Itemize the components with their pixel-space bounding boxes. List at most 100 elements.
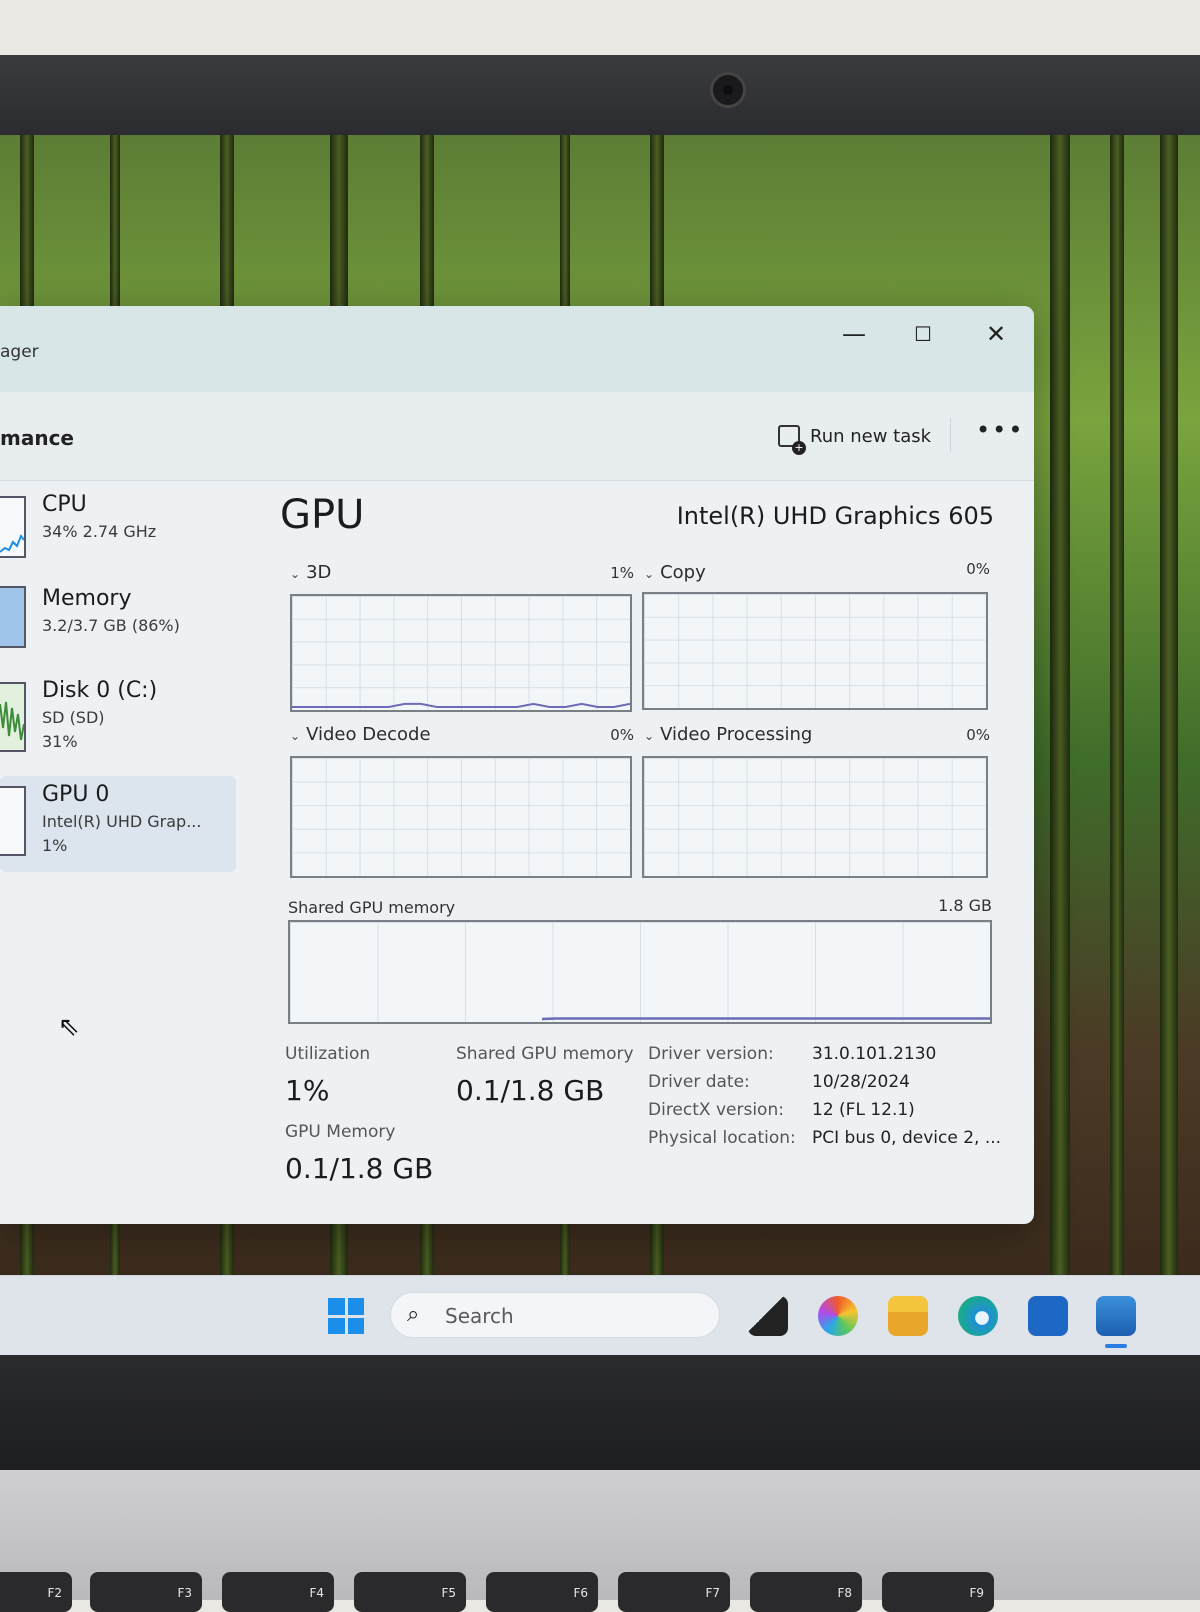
run-new-task-button[interactable]: Run new task (778, 420, 932, 455)
taskbar-search[interactable]: ⌕ Search (390, 1292, 720, 1338)
engine-selector-video-processing[interactable]: ⌄ Video Processing (644, 724, 812, 745)
sidebar-memory-name: Memory (42, 586, 132, 611)
search-placeholder: Search (445, 1304, 514, 1328)
utilization-value: 1% (285, 1074, 330, 1107)
bamboo-stalk (1110, 135, 1124, 1275)
bamboo-stalk (1050, 135, 1070, 1275)
driver-date-key: Driver date: (648, 1072, 750, 1092)
shared-memory-graph-max: 1.8 GB (938, 896, 992, 915)
window-title: ager (0, 342, 39, 362)
key-f5: F5 (354, 1572, 466, 1612)
command-bar: mance Run new task ••• (0, 392, 1034, 481)
cpu-thumbnail-line (0, 533, 24, 553)
minimize-button[interactable]: — (842, 320, 866, 348)
task-view-icon[interactable] (748, 1296, 788, 1336)
memory-thumbnail-graph (0, 586, 26, 648)
command-separator (950, 418, 951, 452)
task-manager-icon[interactable] (1096, 1296, 1136, 1336)
key-f2: F2 (0, 1572, 72, 1612)
engine-percent-copy: 0% (966, 560, 990, 578)
utilization-label: Utilization (285, 1044, 371, 1064)
chevron-down-icon: ⌄ (644, 567, 655, 581)
page-title: mance (0, 426, 74, 450)
sidebar-item-cpu[interactable]: CPU 34% 2.74 GHz (0, 492, 236, 574)
engine-label-video-decode: Video Decode (306, 724, 431, 745)
engine-label-video-processing: Video Processing (660, 724, 813, 745)
sidebar-cpu-sub: 34% 2.74 GHz (42, 522, 157, 541)
sidebar-disk-name: Disk 0 (C:) (42, 678, 158, 703)
active-app-indicator (1105, 1344, 1127, 1348)
run-task-icon (778, 425, 806, 455)
gpu-title: GPU (280, 492, 365, 538)
chevron-down-icon: ⌄ (290, 729, 301, 743)
key-f8: F8 (750, 1572, 862, 1612)
gpu-memory-label: GPU Memory (285, 1122, 396, 1142)
taskbar: ⌕ Search (0, 1275, 1200, 1356)
physical-location-value: PCI bus 0, device 2, ... (812, 1128, 1002, 1148)
sidebar-disk-usage: 31% (42, 732, 78, 751)
maximize-button[interactable]: ☐ (914, 322, 932, 346)
driver-date-value: 10/28/2024 (812, 1072, 910, 1092)
close-button[interactable]: ✕ (986, 320, 1006, 348)
disk-thumbnail-line (0, 701, 24, 741)
engine-label-3d: 3D (306, 562, 332, 583)
engine-percent-video-processing: 0% (966, 726, 990, 744)
sidebar-item-memory[interactable]: Memory 3.2/3.7 GB (86%) (0, 586, 236, 668)
physical-location-key: Physical location: (648, 1128, 796, 1148)
key-f4: F4 (222, 1572, 334, 1612)
mouse-cursor-icon: ⇖ (58, 1012, 80, 1042)
driver-version-key: Driver version: (648, 1044, 774, 1064)
graph-shared-memory (288, 920, 992, 1024)
more-options-icon[interactable]: ••• (976, 416, 1024, 444)
gpu-memory-value: 0.1/1.8 GB (285, 1152, 434, 1185)
shared-memory-value: 0.1/1.8 GB (456, 1074, 605, 1107)
gpu-thumbnail-graph (0, 786, 26, 856)
copilot-icon[interactable] (818, 1296, 858, 1336)
graph-3d (290, 594, 632, 712)
directx-version-value: 12 (FL 12.1) (812, 1100, 915, 1120)
engine-label-copy: Copy (660, 562, 706, 583)
key-f6: F6 (486, 1572, 598, 1612)
windows-start-icon[interactable] (328, 1298, 364, 1334)
run-new-task-label: Run new task (810, 425, 932, 447)
chevron-down-icon: ⌄ (644, 729, 655, 743)
engine-percent-3d: 1% (610, 564, 634, 582)
bamboo-stalk (1160, 135, 1178, 1275)
sidebar-cpu-name: CPU (42, 492, 87, 517)
engine-selector-video-decode[interactable]: ⌄ Video Decode (290, 724, 431, 745)
search-icon: ⌕ (407, 1302, 420, 1327)
key-f3: F3 (90, 1572, 202, 1612)
key-f7: F7 (618, 1572, 730, 1612)
graph-video-decode (290, 756, 632, 878)
laptop-bottom-bezel (0, 1355, 1200, 1470)
cpu-thumbnail-graph (0, 496, 26, 558)
graph-3d-line (292, 702, 630, 708)
task-manager-window: ager — ☐ ✕ mance Run new task ••• CPU 34… (0, 306, 1034, 1224)
microsoft-store-icon[interactable] (1028, 1296, 1068, 1336)
graph-copy (642, 592, 988, 710)
sidebar-gpu-sub: Intel(R) UHD Grap... (42, 812, 202, 831)
engine-selector-copy[interactable]: ⌄ Copy (644, 562, 706, 583)
webcam (710, 72, 746, 108)
sidebar-item-disk[interactable]: Disk 0 (C:) SD (SD) 31% (0, 678, 236, 768)
sidebar-disk-sub: SD (SD) (42, 708, 105, 727)
edge-icon[interactable] (958, 1296, 998, 1336)
key-f9: F9 (882, 1572, 994, 1612)
engine-selector-3d[interactable]: ⌄ 3D (290, 562, 331, 583)
sidebar-memory-sub: 3.2/3.7 GB (86%) (42, 616, 180, 635)
gpu-model: Intel(R) UHD Graphics 605 (676, 502, 994, 530)
sidebar-item-gpu[interactable]: GPU 0 Intel(R) UHD Grap... 1% (0, 776, 236, 872)
disk-thumbnail-graph (0, 682, 26, 752)
driver-version-value: 31.0.101.2130 (812, 1044, 937, 1064)
file-explorer-icon[interactable] (888, 1296, 928, 1336)
graph-shared-memory-line (541, 1017, 990, 1021)
directx-version-key: DirectX version: (648, 1100, 784, 1120)
engine-percent-video-decode: 0% (610, 726, 634, 744)
shared-memory-label: Shared GPU memory (456, 1044, 634, 1064)
chevron-down-icon: ⌄ (290, 567, 301, 581)
sidebar-gpu-name: GPU 0 (42, 782, 110, 807)
title-bar[interactable]: ager — ☐ ✕ (0, 306, 1034, 392)
shared-memory-graph-label: Shared GPU memory (288, 898, 456, 917)
sidebar-gpu-usage: 1% (42, 836, 68, 855)
laptop-top-bezel (0, 55, 1200, 135)
